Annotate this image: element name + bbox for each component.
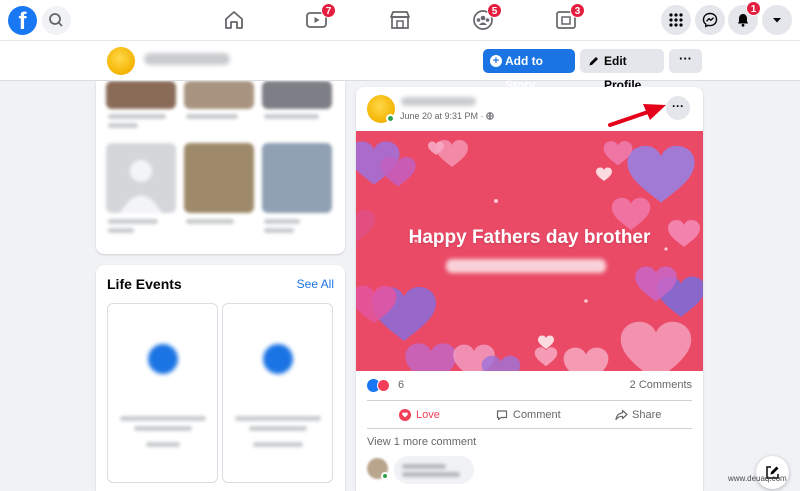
edit-profile-button[interactable]: Edit Profile bbox=[580, 49, 664, 92]
share-icon bbox=[615, 409, 628, 421]
friend-name-blurred bbox=[186, 114, 238, 119]
profile-header-bar: + Add to Story Edit Profile ··· bbox=[0, 41, 800, 92]
add-to-story-button[interactable]: + Add to Story bbox=[483, 49, 575, 92]
post-card: June 20 at 9:31 PM · ··· Happy Fathers d… bbox=[356, 87, 703, 491]
home-icon bbox=[225, 11, 243, 29]
friend-name-blurred bbox=[108, 219, 158, 224]
life-events-title: Life Events bbox=[107, 276, 182, 292]
facebook-logo[interactable]: f bbox=[8, 6, 37, 35]
life-event-icon bbox=[148, 344, 178, 374]
groups-badge: 5 bbox=[487, 3, 502, 18]
comment-button[interactable]: Comment bbox=[496, 406, 561, 424]
caret-down-icon bbox=[773, 18, 781, 23]
comment-author-blurred bbox=[402, 464, 446, 469]
groups-tab[interactable]: 5 bbox=[470, 3, 502, 32]
life-event-text-blurred bbox=[134, 426, 192, 431]
post-image-text-blurred bbox=[446, 259, 606, 273]
life-event-tile[interactable] bbox=[107, 303, 218, 483]
new-message-button[interactable] bbox=[756, 456, 789, 489]
friend-photo[interactable] bbox=[262, 143, 332, 213]
profile-more-button[interactable]: ··· bbox=[669, 49, 702, 73]
comment-bubble[interactable] bbox=[394, 456, 474, 484]
post-timestamp[interactable]: June 20 at 9:31 PM · bbox=[400, 111, 494, 121]
love-reaction-icon bbox=[377, 379, 390, 392]
friend-name-blurred bbox=[186, 219, 234, 224]
online-status-dot bbox=[381, 472, 389, 480]
view-more-comments-link[interactable]: View 1 more comment bbox=[367, 436, 476, 448]
life-event-text-blurred bbox=[120, 416, 206, 421]
comments-count[interactable]: 2 Comments bbox=[630, 379, 692, 391]
life-event-text-blurred bbox=[235, 416, 321, 421]
store-icon bbox=[390, 11, 410, 29]
divider bbox=[367, 428, 692, 429]
friend-name-blurred bbox=[264, 114, 319, 119]
grid-menu-icon bbox=[669, 13, 683, 27]
friend-photo[interactable] bbox=[184, 81, 254, 109]
friend-name-blurred bbox=[264, 228, 294, 233]
life-event-icon bbox=[263, 344, 293, 374]
share-button[interactable]: Share bbox=[615, 406, 661, 424]
reaction-count[interactable]: 6 bbox=[398, 379, 404, 391]
messenger-button[interactable] bbox=[695, 5, 725, 35]
post-author-name-blurred[interactable] bbox=[401, 97, 476, 106]
red-arrow-annotation bbox=[608, 104, 666, 127]
top-navigation: f 7 5 3 1 bbox=[0, 0, 800, 41]
plus-icon: + bbox=[490, 55, 502, 67]
comment-icon bbox=[496, 410, 508, 421]
account-button[interactable] bbox=[762, 5, 792, 35]
globe-icon bbox=[486, 112, 494, 121]
watermark: www.deuaq.com bbox=[728, 474, 787, 483]
watch-tab[interactable]: 7 bbox=[304, 3, 336, 32]
home-tab[interactable] bbox=[221, 8, 247, 32]
life-events-card: Life Events See All bbox=[96, 265, 345, 491]
notifications-button[interactable]: 1 bbox=[728, 1, 761, 35]
life-event-date-blurred bbox=[146, 442, 180, 447]
search-icon bbox=[49, 13, 63, 27]
friend-photo[interactable] bbox=[106, 143, 176, 213]
friend-photo[interactable] bbox=[184, 143, 254, 213]
post-date-text: June 20 at 9:31 PM · bbox=[400, 111, 487, 121]
life-event-date-blurred bbox=[253, 442, 303, 447]
friend-name-blurred bbox=[264, 219, 300, 224]
love-button[interactable]: Love bbox=[399, 406, 440, 424]
friend-photo[interactable] bbox=[262, 81, 332, 109]
life-event-tile[interactable] bbox=[222, 303, 333, 483]
marketplace-tab[interactable] bbox=[387, 8, 413, 32]
friend-name-blurred bbox=[108, 228, 134, 233]
post-image-text: Happy Fathers day brother bbox=[408, 227, 651, 248]
divider bbox=[367, 400, 692, 401]
hearts-decoration bbox=[356, 139, 703, 371]
profile-name-blurred bbox=[144, 53, 230, 65]
post-image[interactable]: Happy Fathers day brother bbox=[356, 131, 703, 371]
gaming-badge: 3 bbox=[570, 3, 585, 18]
online-status-dot bbox=[386, 114, 395, 123]
messenger-icon bbox=[702, 12, 718, 28]
friend-photo[interactable] bbox=[106, 81, 176, 109]
comment-text-blurred bbox=[402, 472, 460, 477]
search-button[interactable] bbox=[42, 6, 71, 35]
life-event-text-blurred bbox=[249, 426, 307, 431]
friends-card bbox=[96, 81, 345, 254]
friend-name-blurred bbox=[108, 114, 166, 119]
default-avatar-icon bbox=[120, 160, 162, 213]
reactions-bar[interactable]: 6 2 Comments bbox=[367, 378, 692, 394]
heart-icon bbox=[399, 409, 411, 421]
pencil-icon bbox=[589, 57, 598, 66]
friend-name-blurred bbox=[108, 123, 138, 128]
menu-button[interactable] bbox=[661, 5, 691, 35]
see-all-link[interactable]: See All bbox=[297, 277, 334, 291]
notifications-badge: 1 bbox=[746, 1, 761, 16]
avatar[interactable] bbox=[107, 47, 135, 75]
watch-badge: 7 bbox=[321, 3, 336, 18]
gaming-tab[interactable]: 3 bbox=[553, 3, 585, 32]
